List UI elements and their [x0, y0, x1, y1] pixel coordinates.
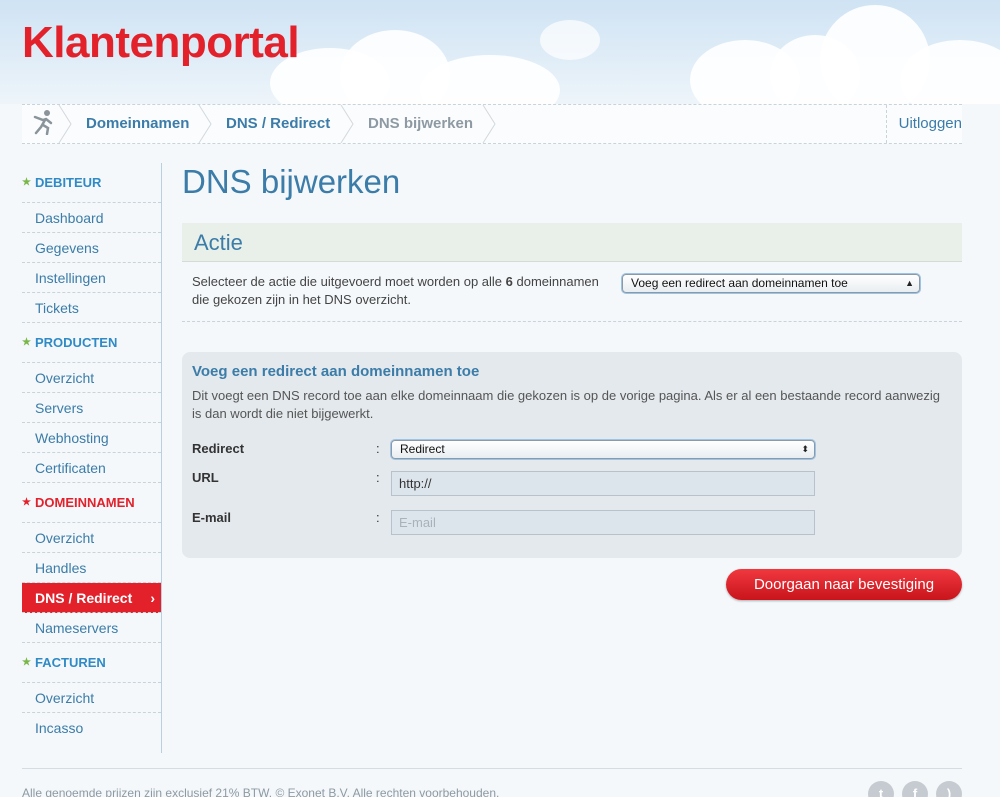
- chevron-right-icon: [198, 105, 212, 143]
- email-label: E-mail: [192, 510, 232, 525]
- action-row: Selecteer de actie die uitgevoerd moet w…: [182, 262, 962, 322]
- chevron-right-icon: [58, 105, 72, 143]
- email-input[interactable]: [391, 510, 815, 535]
- sidebar-item-instellingen[interactable]: Instellingen: [22, 263, 161, 293]
- action-description: Selecteer de actie die uitgevoerd moet w…: [192, 273, 612, 309]
- sidebar-section-domeinnamen: ★ DOMEINNAMEN: [22, 483, 161, 523]
- sidebar-section-facturen: ★ FACTUREN: [22, 643, 161, 683]
- redirect-label: Redirect: [192, 441, 245, 456]
- chevron-right-icon: [340, 105, 354, 143]
- sidebar-item-overzicht[interactable]: Overzicht: [22, 363, 161, 393]
- chevron-right-icon: ›: [150, 590, 155, 606]
- sidebar-item-webhosting[interactable]: Webhosting: [22, 423, 161, 453]
- form-title: Voeg een redirect aan domeinnamen toe: [192, 363, 480, 380]
- sidebar-item-dashboard[interactable]: Dashboard: [22, 203, 161, 233]
- facebook-icon[interactable]: f: [902, 781, 928, 797]
- sidebar: ★ DEBITEUR Dashboard Gegevens Instelling…: [22, 163, 162, 753]
- logout-link[interactable]: Uitloggen: [885, 105, 962, 143]
- select-arrows-icon: ⬍: [801, 444, 809, 454]
- star-icon: ★: [22, 337, 31, 348]
- sidebar-item-overzicht[interactable]: Overzicht: [22, 523, 161, 553]
- section-heading-actie: Actie: [182, 223, 962, 262]
- twitter-icon[interactable]: t: [868, 781, 894, 797]
- sidebar-item-tickets[interactable]: Tickets: [22, 293, 161, 323]
- star-icon: ★: [22, 177, 31, 188]
- star-icon: ★: [22, 497, 31, 508]
- runner-icon: [33, 109, 55, 140]
- continue-button[interactable]: Doorgaan naar bevestiging: [726, 569, 962, 600]
- site-logo[interactable]: Klantenportal: [22, 18, 300, 68]
- sidebar-item-nameservers[interactable]: Nameservers: [22, 613, 161, 643]
- url-label: URL: [192, 470, 219, 485]
- sidebar-section-title: PRODUCTEN: [35, 335, 118, 350]
- sidebar-item-certificaten[interactable]: Certificaten: [22, 453, 161, 483]
- cloud-decoration: [540, 20, 600, 60]
- breadcrumb-current: DNS bijwerken: [368, 115, 474, 132]
- star-icon: ★: [22, 657, 31, 668]
- chevron-right-icon: [482, 105, 496, 143]
- sidebar-item-incasso[interactable]: Incasso: [22, 713, 161, 743]
- sidebar-item-label: DNS / Redirect: [35, 590, 133, 606]
- header: Klantenportal: [0, 0, 1000, 104]
- sidebar-item-gegevens[interactable]: Gegevens: [22, 233, 161, 263]
- redirect-form: Voeg een redirect aan domeinnamen toe Di…: [182, 352, 962, 558]
- action-select[interactable]: Voeg een redirect aan domeinnamen toe ▲: [622, 274, 920, 293]
- footer: Alle genoemde prijzen zijn exclusief 21%…: [22, 768, 962, 797]
- url-input[interactable]: [391, 471, 815, 496]
- action-select-value: Voeg een redirect aan domeinnamen toe: [631, 276, 848, 290]
- sidebar-section-producten: ★ PRODUCTEN: [22, 323, 161, 363]
- colon: :: [376, 441, 380, 456]
- sidebar-section-title: FACTUREN: [35, 655, 106, 670]
- domain-count: 6: [505, 274, 513, 289]
- breadcrumb-domeinnamen[interactable]: Domeinnamen: [86, 105, 189, 143]
- sidebar-item-dns-redirect[interactable]: DNS / Redirect ›: [22, 583, 161, 613]
- sidebar-section-title: DEBITEUR: [35, 175, 102, 190]
- action-text-pre: Selecteer de actie die uitgevoerd moet w…: [192, 274, 506, 289]
- colon: :: [376, 510, 380, 525]
- redirect-type-select[interactable]: Redirect ⬍: [391, 440, 815, 459]
- breadcrumb: Domeinnamen DNS / Redirect DNS bijwerken…: [22, 104, 962, 144]
- footer-text: Alle genoemde prijzen zijn exclusief 21%…: [22, 786, 500, 797]
- sidebar-section-title: DOMEINNAMEN: [35, 495, 135, 510]
- breadcrumb-dns-redirect[interactable]: DNS / Redirect: [226, 105, 330, 143]
- sidebar-item-handles[interactable]: Handles: [22, 553, 161, 583]
- sidebar-item-servers[interactable]: Servers: [22, 393, 161, 423]
- redirect-select-value: Redirect: [400, 442, 445, 456]
- form-description: Dit voegt een DNS record toe aan elke do…: [192, 388, 940, 421]
- page-title: DNS bijwerken: [182, 163, 401, 200]
- colon: :: [376, 470, 380, 485]
- sidebar-item-overzicht[interactable]: Overzicht: [22, 683, 161, 713]
- rss-icon[interactable]: ): [936, 781, 962, 797]
- select-arrows-icon: ▲: [905, 278, 914, 288]
- sidebar-section-debiteur: ★ DEBITEUR: [22, 163, 161, 203]
